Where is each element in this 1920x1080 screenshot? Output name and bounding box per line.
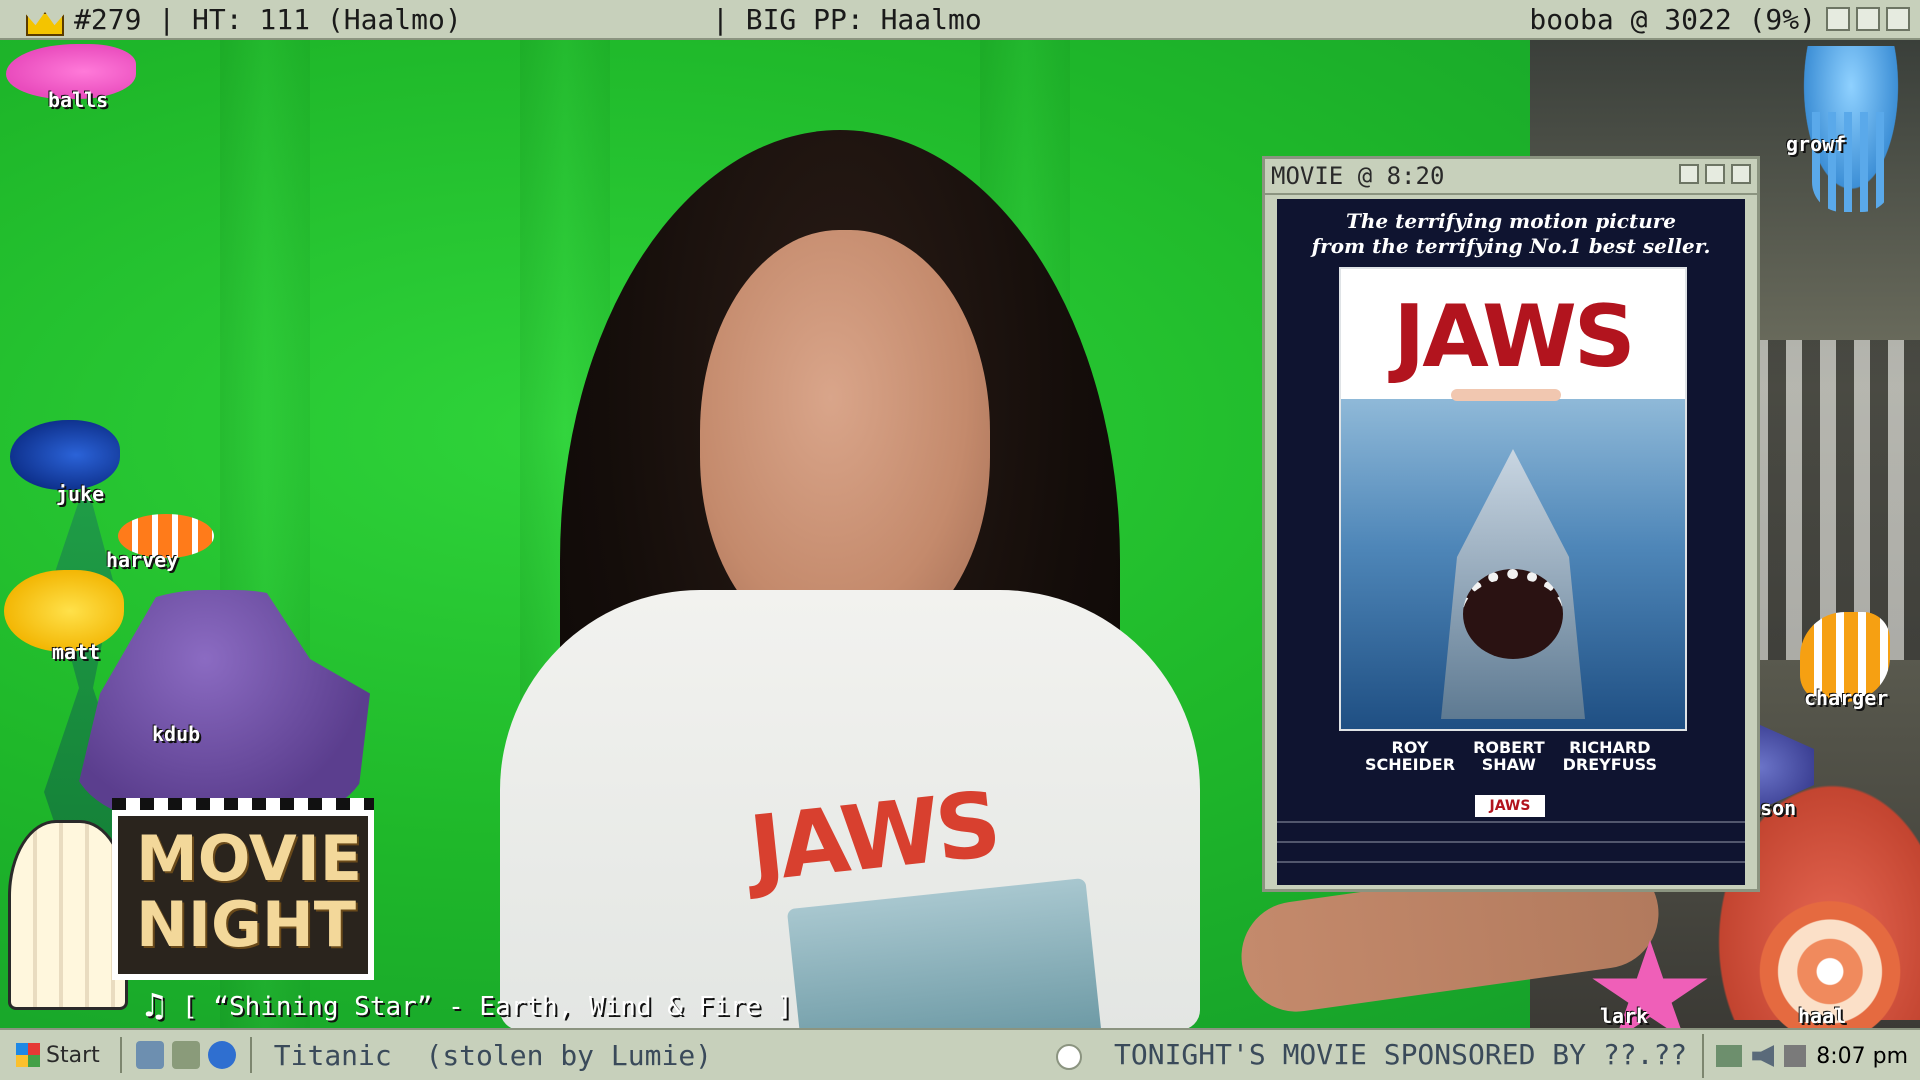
popcorn-mascot-icon bbox=[8, 820, 128, 1010]
goal-status: booba @ 3022 (9%) bbox=[1529, 2, 1816, 36]
fish-name-matt: matt bbox=[52, 640, 101, 664]
swimmer-icon bbox=[1451, 389, 1561, 401]
volume-icon[interactable] bbox=[1752, 1045, 1775, 1067]
network-icon[interactable] bbox=[1716, 1045, 1743, 1067]
close-button[interactable] bbox=[1731, 164, 1751, 184]
fish-name-charger: charger bbox=[1804, 686, 1889, 710]
clock: 8:07 pm bbox=[1816, 1043, 1908, 1069]
quicklaunch-explorer-icon[interactable] bbox=[171, 1041, 200, 1069]
now-playing-text: [ “Shining Star” - Earth, Wind & Fire ] bbox=[182, 992, 793, 1022]
stream-scene: JAWS balls juke harvey matt kdub growf c… bbox=[0, 0, 1920, 1080]
tray-monitor-icon[interactable] bbox=[1784, 1045, 1807, 1067]
movie-window-title: MOVIE @ 8:20 bbox=[1271, 162, 1445, 190]
jaws-poster: The terrifying motion picture from the t… bbox=[1277, 199, 1745, 885]
streamer-face bbox=[700, 230, 990, 650]
taskbar: Start Titanic (stolen by Lumie) TONIGHT'… bbox=[0, 1028, 1920, 1080]
fish-name-lark: lark bbox=[1600, 1004, 1649, 1028]
jaws-logo: JAWS bbox=[1393, 287, 1636, 387]
taskbar-separator bbox=[119, 1037, 122, 1073]
sponsor-ticker: TONIGHT'S MOVIE SPONSORED BY ??.?? bbox=[1114, 1038, 1688, 1071]
minimize-button[interactable] bbox=[1826, 7, 1850, 31]
poster-tagline: The terrifying motion picture from the t… bbox=[1277, 209, 1745, 259]
now-playing: [ “Shining Star” - Earth, Wind & Fire ] bbox=[144, 986, 793, 1026]
poster-mini-logo: JAWS bbox=[1475, 795, 1545, 817]
movie-night-sign: MOVIE NIGHT bbox=[112, 798, 374, 980]
poster-art: JAWS bbox=[1339, 267, 1687, 731]
fish-name-balls: balls bbox=[48, 88, 109, 112]
fish-name-juke: juke bbox=[56, 482, 105, 506]
poster-credits: ROY SCHEIDER ROBERT SHAW RICHARD DREYFUS… bbox=[1277, 739, 1745, 773]
start-button[interactable]: Start bbox=[6, 1035, 110, 1075]
shark-mouth-icon bbox=[1463, 569, 1563, 659]
movie-night-text: MOVIE NIGHT bbox=[136, 822, 363, 961]
maximize-button[interactable] bbox=[1856, 7, 1880, 31]
movie-window-titlebar[interactable]: MOVIE @ 8:20 bbox=[1265, 159, 1757, 195]
fish-name-harvey: harvey bbox=[106, 548, 179, 572]
fish-name-kdub: kdub bbox=[152, 722, 201, 746]
quicklaunch-notepad-icon[interactable] bbox=[135, 1041, 164, 1069]
credit-robert-shaw: ROBERT SHAW bbox=[1473, 738, 1545, 774]
crown-icon bbox=[26, 6, 60, 32]
maximize-button[interactable] bbox=[1705, 164, 1725, 184]
taskbar-separator bbox=[249, 1037, 252, 1073]
hype-train-status: #279 | HT: 111 (Haalmo) bbox=[74, 2, 462, 36]
credit-roy-scheider: ROY SCHEIDER bbox=[1364, 738, 1456, 774]
poster-billing-block bbox=[1277, 821, 1745, 881]
top-window-controls bbox=[1826, 7, 1910, 31]
poster-tagline-line1: The terrifying motion picture bbox=[1345, 209, 1677, 233]
active-window-title[interactable]: Titanic (stolen by Lumie) bbox=[274, 1039, 712, 1072]
top-status-bar: #279 | HT: 111 (Haalmo) | BIG PP: Haalmo… bbox=[0, 0, 1920, 40]
movie-window[interactable]: MOVIE @ 8:20 The terrifying motion pictu… bbox=[1262, 156, 1760, 892]
fish-name-haal: haal bbox=[1798, 1004, 1847, 1028]
fish-name-growf: growf bbox=[1786, 132, 1847, 156]
start-label: Start bbox=[46, 1042, 100, 1068]
music-note-icon bbox=[144, 986, 168, 1026]
poster-tagline-line2: from the terrifying No.1 best seller. bbox=[1311, 234, 1711, 258]
jellyfish-tentacles bbox=[1812, 112, 1892, 212]
close-button[interactable] bbox=[1886, 7, 1910, 31]
credit-richard-dreyfuss: RICHARD DREYFUSS bbox=[1562, 738, 1657, 774]
blue-fish-icon bbox=[10, 420, 120, 490]
movie-window-controls bbox=[1679, 164, 1751, 184]
windows-flag-icon bbox=[16, 1043, 40, 1067]
record-dot-icon bbox=[1056, 1044, 1082, 1070]
big-pp-status: | BIG PP: Haalmo bbox=[712, 2, 982, 36]
minimize-button[interactable] bbox=[1679, 164, 1699, 184]
quicklaunch-browser-icon[interactable] bbox=[207, 1041, 236, 1069]
system-tray: 8:07 pm bbox=[1702, 1034, 1920, 1078]
